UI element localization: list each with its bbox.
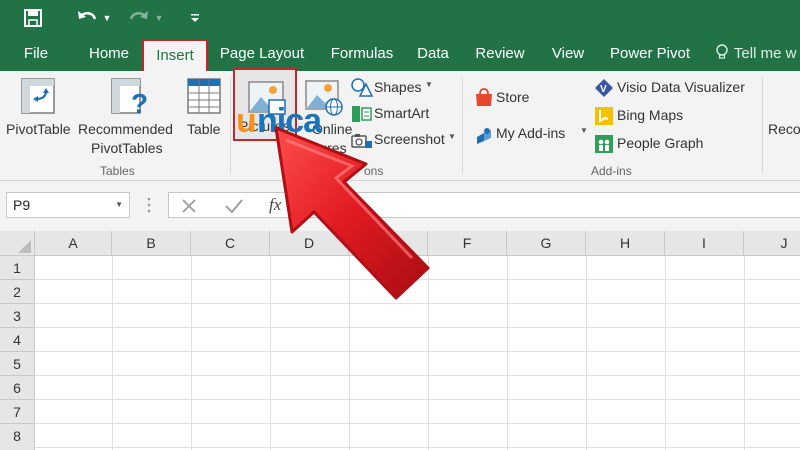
group-separator [462, 77, 463, 173]
chevron-down-icon: ▼ [580, 126, 588, 135]
watermark-letter-u: u [236, 102, 257, 140]
recommended-charts-label[interactable]: Reco [768, 121, 800, 137]
tab-data[interactable]: Data [412, 37, 454, 71]
recommended-pivottables-label-1[interactable]: Recommended [78, 121, 173, 137]
row-header[interactable]: 7 [0, 400, 35, 424]
recommended-pivottables-label-2[interactable]: PivotTables [91, 140, 163, 156]
row-header[interactable]: 6 [0, 376, 35, 400]
addins-group-label: Add-ins [591, 164, 632, 178]
enter-check-icon[interactable] [225, 198, 243, 219]
column-header[interactable]: A [35, 231, 112, 256]
tab-page-layout[interactable]: Page Layout [216, 37, 308, 71]
people-graph-icon [594, 134, 614, 154]
tab-file[interactable]: File [14, 37, 58, 71]
people-graph-button[interactable]: People Graph [594, 133, 724, 155]
tab-review[interactable]: Review [472, 37, 528, 71]
tab-power-pivot[interactable]: Power Pivot [606, 37, 694, 71]
svg-text:V: V [600, 84, 607, 95]
pivottable-icon[interactable] [20, 77, 56, 117]
customize-qat-icon[interactable] [188, 6, 202, 30]
group-separator [762, 77, 763, 173]
recommended-pivottables-icon[interactable]: ? [110, 77, 150, 119]
save-icon[interactable] [20, 6, 46, 30]
tell-me-box[interactable]: Tell me w [716, 37, 796, 71]
undo-dropdown-icon[interactable]: ▼ [101, 6, 113, 30]
select-all-corner[interactable] [0, 231, 35, 256]
table-label[interactable]: Table [187, 121, 220, 137]
undo-icon[interactable] [74, 6, 100, 30]
column-header[interactable]: H [586, 231, 665, 256]
column-header[interactable]: B [112, 231, 191, 256]
addins-icon [474, 125, 494, 145]
tell-me-label: Tell me w [733, 45, 797, 62]
column-header[interactable]: I [665, 231, 744, 256]
redo-dropdown-icon[interactable]: ▼ [153, 6, 165, 30]
lightbulb-icon [716, 37, 730, 71]
row-header[interactable]: 5 [0, 352, 35, 376]
visio-icon: V [594, 78, 614, 98]
name-box-value: P9 [13, 197, 31, 213]
row-header[interactable]: 1 [0, 256, 35, 280]
smartart-label: SmartArt [374, 105, 430, 121]
table-icon[interactable] [186, 77, 222, 117]
name-box[interactable]: P9 ▼ [6, 192, 130, 218]
title-bar: ▼ ▼ [0, 0, 800, 37]
row-header[interactable]: 8 [0, 424, 35, 450]
my-addins-label: My Add-ins [496, 125, 566, 141]
chevron-down-icon: ▼ [448, 132, 456, 141]
chevron-down-icon[interactable]: ▼ [115, 193, 123, 217]
bing-maps-icon [594, 106, 614, 126]
store-label: Store [496, 89, 530, 105]
tables-group-label: Tables [100, 164, 135, 178]
row-header[interactable]: 3 [0, 304, 35, 328]
group-separator [230, 77, 231, 173]
bing-maps-label: Bing Maps [617, 107, 684, 123]
shapes-label: Shapes [374, 79, 422, 95]
store-button[interactable]: Store [474, 87, 544, 109]
svg-text:?: ? [131, 88, 148, 117]
tab-home[interactable]: Home [82, 37, 136, 71]
chevron-down-icon: ▼ [425, 80, 433, 89]
people-graph-label: People Graph [617, 135, 704, 151]
cancel-icon[interactable] [181, 198, 197, 219]
store-icon [474, 88, 494, 108]
tab-insert[interactable]: Insert [142, 39, 208, 71]
pivottable-label[interactable]: PivotTable [6, 121, 71, 137]
formula-bar-divider-icon[interactable] [146, 196, 152, 214]
shapes-button[interactable]: Shapes ▼ [351, 77, 451, 99]
tab-formulas[interactable]: Formulas [324, 37, 400, 71]
column-header[interactable]: J [744, 231, 800, 256]
row-header[interactable]: 2 [0, 280, 35, 304]
column-header[interactable]: G [507, 231, 586, 256]
tab-view[interactable]: View [547, 37, 589, 71]
redo-icon[interactable] [126, 6, 152, 30]
shapes-icon [351, 78, 374, 98]
my-addins-button[interactable]: My Add-ins ▼ [474, 123, 592, 145]
red-arrow-icon [262, 120, 442, 310]
column-header[interactable]: C [191, 231, 270, 256]
row-header[interactable]: 4 [0, 328, 35, 352]
visio-data-visualizer-button[interactable]: V Visio Data Visualizer [594, 77, 754, 99]
bing-maps-button[interactable]: Bing Maps [594, 105, 714, 127]
visio-label: Visio Data Visualizer [617, 79, 745, 95]
ribbon-tabs: File Home Insert Page Layout Formulas Da… [0, 37, 800, 71]
